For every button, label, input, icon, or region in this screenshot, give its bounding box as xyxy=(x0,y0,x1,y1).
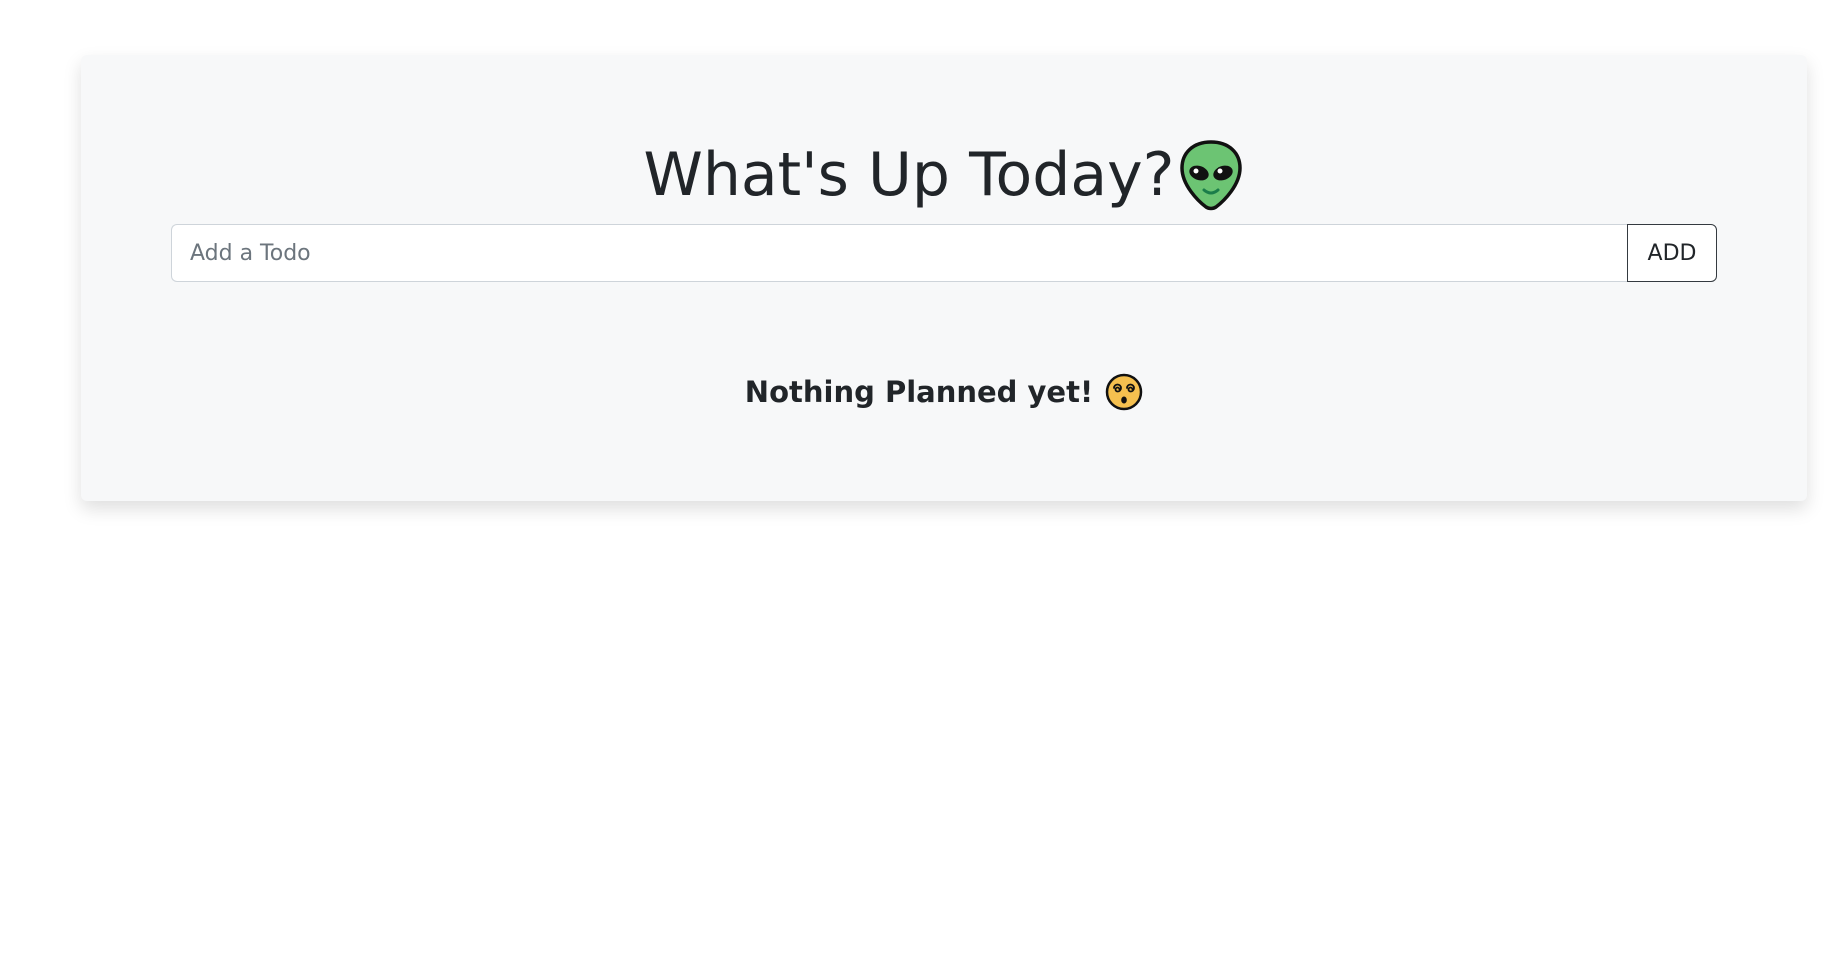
todo-input[interactable] xyxy=(171,224,1627,282)
add-button[interactable]: ADD xyxy=(1627,224,1717,282)
add-todo-form: ADD xyxy=(171,224,1717,282)
title-row: What's Up Today? xyxy=(81,139,1807,211)
dizzy-face-icon xyxy=(1105,373,1143,411)
empty-state: Nothing Planned yet! xyxy=(81,373,1807,411)
empty-message: Nothing Planned yet! xyxy=(744,375,1094,409)
page-title: What's Up Today? xyxy=(643,140,1175,210)
todo-card: What's Up Today? ADD Nothing Planned yet… xyxy=(81,55,1807,501)
alien-icon xyxy=(1180,140,1243,211)
